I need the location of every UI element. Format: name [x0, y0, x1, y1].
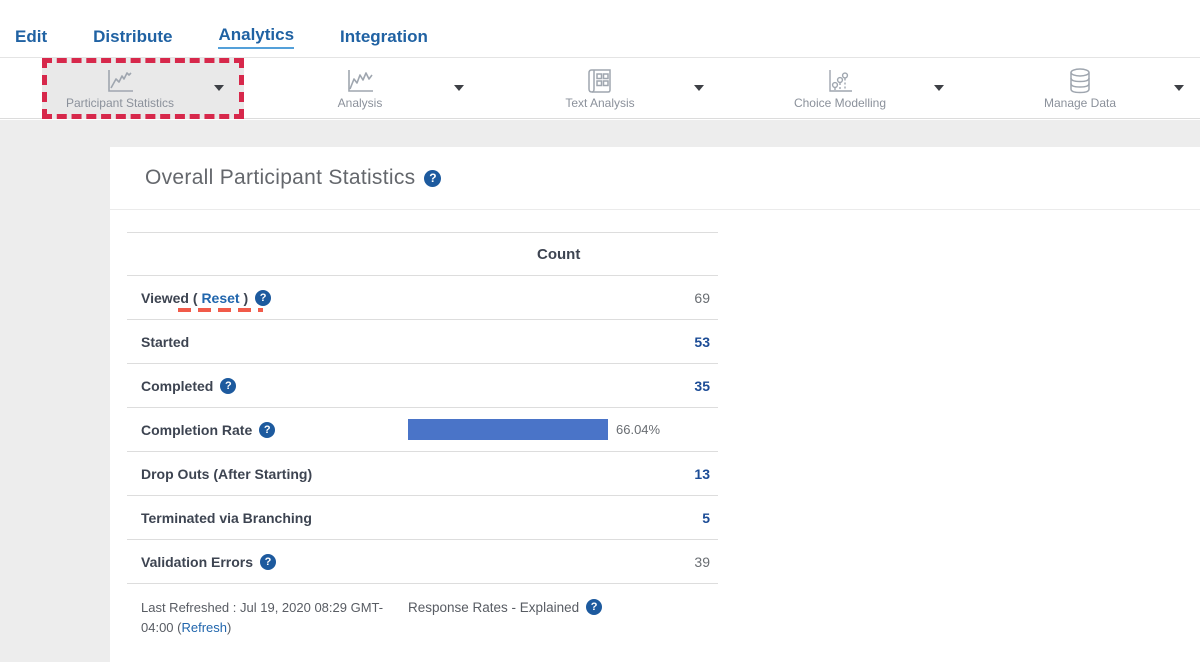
- help-icon[interactable]: ?: [260, 554, 276, 570]
- count-column-header: Count: [537, 246, 580, 263]
- line-chart-icon: [104, 67, 136, 95]
- viewed-count: 69: [694, 290, 710, 306]
- chevron-down-icon[interactable]: [694, 85, 704, 91]
- toolbar-item-label: Manage Data: [1044, 96, 1116, 110]
- completion-rate-percent: 66.04%: [616, 422, 660, 437]
- chevron-down-icon[interactable]: [1174, 85, 1184, 91]
- toolbar-item-label: Analysis: [338, 96, 383, 110]
- completed-label: Completed: [141, 378, 213, 394]
- help-icon[interactable]: ?: [220, 378, 236, 394]
- panel-header: Overall Participant Statistics ?: [110, 147, 1200, 210]
- validation-errors-label: Validation Errors: [141, 554, 253, 570]
- chevron-down-icon[interactable]: [934, 85, 944, 91]
- toolbar-item-manage-data[interactable]: Manage Data: [960, 58, 1200, 118]
- page-title: Overall Participant Statistics: [145, 166, 415, 190]
- toolbar-item-analysis[interactable]: Analysis: [240, 58, 480, 118]
- nav-item-integration[interactable]: Integration: [340, 27, 428, 49]
- viewed-label: Viewed (: [141, 290, 201, 306]
- completed-count: 35: [694, 378, 710, 394]
- toolbar-item-label: Text Analysis: [565, 96, 634, 110]
- trend-chart-icon: [344, 67, 376, 95]
- last-refreshed-text: Last Refreshed : Jul 19, 2020 08:29 GMT-…: [141, 598, 389, 638]
- top-navigation: Edit Distribute Analytics Integration: [0, 0, 1200, 57]
- nav-item-analytics[interactable]: Analytics: [218, 25, 294, 49]
- chevron-down-icon[interactable]: [214, 85, 224, 91]
- completion-rate-label: Completion Rate: [141, 422, 252, 438]
- toolbar-item-participant-statistics[interactable]: Participant Statistics: [0, 58, 240, 118]
- annotation-dashed-underline: [178, 308, 263, 312]
- table-header-row: Count: [127, 232, 718, 276]
- completion-rate-bar: [408, 419, 608, 440]
- toolbar-item-choice-modelling[interactable]: Choice Modelling: [720, 58, 960, 118]
- database-icon: [1064, 67, 1096, 95]
- document-grid-icon: [584, 67, 616, 95]
- table-row-started: Started 53: [127, 320, 718, 364]
- refresh-link[interactable]: Refresh: [181, 620, 227, 635]
- row-label: Viewed ( Reset ) ?: [141, 290, 271, 306]
- nav-item-edit[interactable]: Edit: [15, 27, 47, 49]
- table-row-completion-rate: Completion Rate ? 66.04%: [127, 408, 718, 452]
- table-row-drop-outs: Drop Outs (After Starting) 13: [127, 452, 718, 496]
- started-count: 53: [694, 334, 710, 350]
- viewed-label-suffix: ): [240, 290, 249, 306]
- terminated-count: 5: [702, 510, 710, 526]
- validation-errors-count: 39: [694, 554, 710, 570]
- help-icon[interactable]: ?: [259, 422, 275, 438]
- chevron-down-icon[interactable]: [454, 85, 464, 91]
- terminated-label: Terminated via Branching: [141, 510, 312, 526]
- help-icon[interactable]: ?: [424, 170, 441, 187]
- help-icon[interactable]: ?: [586, 599, 602, 615]
- toolbar-item-text-analysis[interactable]: Text Analysis: [480, 58, 720, 118]
- table-row-terminated: Terminated via Branching 5: [127, 496, 718, 540]
- participant-statistics-table: Count Viewed ( Reset ) ? 69 Started 53 C…: [127, 232, 718, 656]
- table-row-viewed: Viewed ( Reset ) ? 69: [127, 276, 718, 320]
- toolbar-item-label: Participant Statistics: [66, 96, 174, 110]
- help-icon[interactable]: ?: [255, 290, 271, 306]
- analytics-toolbar: Participant Statistics Analysis: [0, 57, 1200, 119]
- content-background: Overall Participant Statistics ? Count V…: [0, 120, 1200, 662]
- table-footer: Last Refreshed : Jul 19, 2020 08:29 GMT-…: [127, 584, 718, 656]
- table-row-validation-errors: Validation Errors ? 39: [127, 540, 718, 584]
- nav-item-distribute[interactable]: Distribute: [93, 27, 172, 49]
- table-row-completed: Completed ? 35: [127, 364, 718, 408]
- drop-outs-count: 13: [694, 466, 710, 482]
- scatter-trend-icon: [824, 67, 856, 95]
- started-label: Started: [141, 334, 189, 350]
- response-rates-explained: Response Rates - Explained ?: [408, 599, 602, 615]
- reset-link[interactable]: Reset: [201, 290, 239, 306]
- drop-outs-label: Drop Outs (After Starting): [141, 466, 312, 482]
- toolbar-item-label: Choice Modelling: [794, 96, 886, 110]
- statistics-panel: Overall Participant Statistics ? Count V…: [110, 147, 1200, 662]
